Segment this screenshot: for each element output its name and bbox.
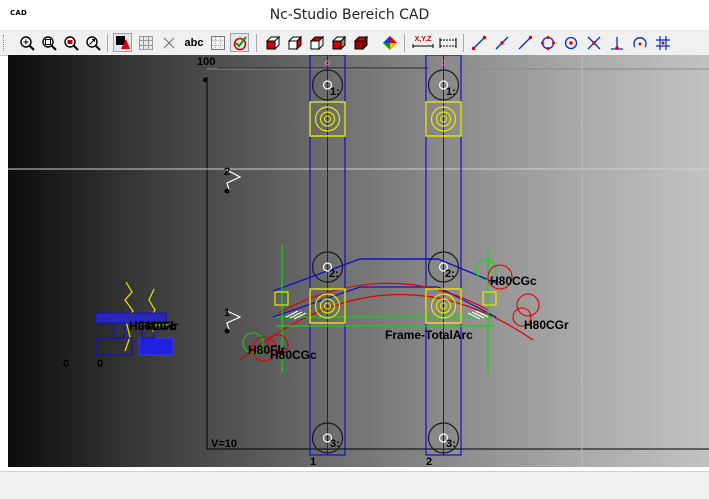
color-palette-icon[interactable] [380, 33, 399, 52]
node-label-3b: 3: [446, 438, 456, 450]
node-label-1a: 1: [330, 86, 340, 98]
origin-y-label: 0 [97, 358, 104, 370]
truss-arc-lower [272, 286, 497, 318]
node-label-2a: 2: [329, 268, 339, 280]
profile-label-h80cgr: H80CGr [524, 318, 569, 332]
scale-top-label: 100 [197, 56, 216, 68]
box-view-top-icon[interactable] [307, 33, 326, 52]
weld-mark-left [285, 310, 307, 320]
grid-dots-icon[interactable] [208, 33, 227, 52]
box-view-side-icon[interactable] [285, 33, 304, 52]
title-bar: CAD Nc-Studio Bereich CAD [0, 0, 709, 30]
toolbar-separator [404, 34, 405, 52]
node-label-1b: 1: [446, 86, 456, 98]
box-view-front-icon[interactable] [263, 33, 282, 52]
grid-icon[interactable] [136, 33, 155, 52]
column-label-2: 2 [426, 456, 433, 467]
crosshair-grid-icon[interactable] [653, 33, 672, 52]
profile-label-h80cgc-top: H80CGc [490, 274, 537, 288]
circle-center-icon[interactable] [561, 33, 580, 52]
box-view-iso-icon[interactable] [329, 33, 348, 52]
zoom-all-icon[interactable] [83, 33, 102, 52]
truss-arc-upper [272, 258, 497, 292]
line-icon[interactable] [492, 33, 511, 52]
toolbar-separator [256, 34, 257, 52]
view-scale-label: V=10 [211, 438, 237, 450]
weld-mark-right [467, 310, 489, 320]
node-label-2b: 2: [445, 268, 455, 280]
zoom-out-icon[interactable] [61, 33, 80, 52]
toolbar: abc X,Y,Z [0, 30, 709, 56]
line-two-point-icon[interactable] [469, 33, 488, 52]
box-view-shaded-icon[interactable] [351, 33, 370, 52]
origin-x-label: 0 [63, 358, 70, 370]
node-label-3a: 3: [330, 438, 340, 450]
column-label-1: 1 [310, 456, 317, 467]
check-marker-icon[interactable] [230, 33, 249, 52]
perpendicular-icon[interactable] [607, 33, 626, 52]
arc-icon[interactable] [630, 33, 649, 52]
cross-hair-icon[interactable] [159, 33, 178, 52]
dimension-icon[interactable] [437, 33, 459, 52]
zoom-in-icon[interactable] [17, 33, 36, 52]
xyz-label: X,Y,Z [414, 36, 432, 43]
connection-circle-3 [516, 293, 540, 317]
toolbar-separator [107, 34, 108, 52]
node-circles [311, 69, 460, 454]
toolbar-grip[interactable] [3, 35, 7, 51]
window-title: Nc-Studio Bereich CAD [269, 7, 430, 23]
toolbar-separator [463, 34, 464, 52]
legend-web [113, 322, 125, 339]
level-dot-1 [224, 328, 230, 334]
frame-label: Frame-TotalArc [385, 328, 473, 342]
level-label-2: 2 [224, 166, 231, 178]
status-bar [0, 471, 709, 499]
cad-canvas[interactable]: 100 2 1 1: 1: 2: 2: 3: 3: H80CGc H80CGr … [8, 55, 709, 467]
bracket-small-right [482, 291, 497, 306]
level-dot-2 [224, 188, 230, 194]
line-point-icon[interactable] [515, 33, 534, 52]
text-tool-label: abc [184, 36, 204, 49]
text-tool-icon[interactable]: abc [183, 33, 205, 52]
zoom-window-icon[interactable] [39, 33, 58, 52]
profile-label-h80flr-left: H80Flr [248, 343, 286, 357]
grid-dot [202, 77, 208, 83]
legend-block-right [138, 337, 174, 356]
coordinate-xyz-icon[interactable]: X,Y,Z [410, 33, 436, 52]
circle-tangent-icon[interactable] [538, 33, 557, 52]
layer-fill-icon[interactable] [113, 33, 132, 52]
legend-label-h80flr: H80Flr [141, 319, 179, 333]
level-label-1: 1 [224, 307, 231, 319]
intersection-icon[interactable] [584, 33, 603, 52]
